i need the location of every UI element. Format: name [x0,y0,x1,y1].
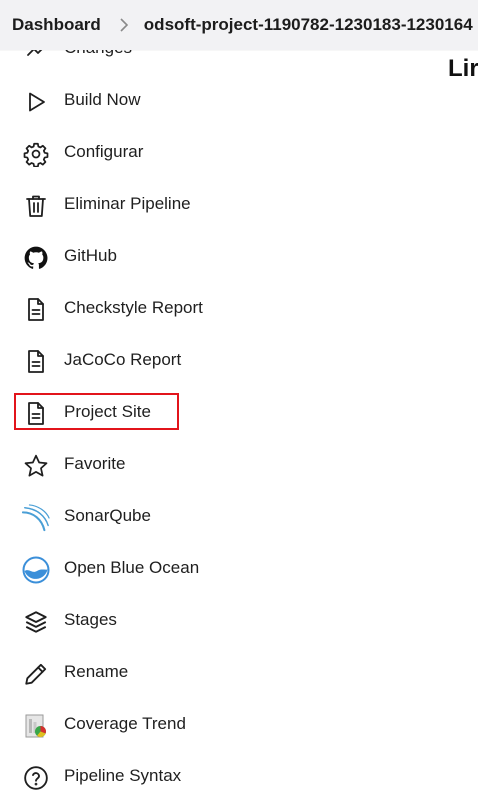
document-icon [22,348,50,376]
play-icon [22,88,50,116]
sidebar-item-sonarqube[interactable]: SonarQube [0,496,400,536]
sidebar-item-label: Checkstyle Report [64,298,203,317]
sidebar-item-label: SonarQube [64,506,151,525]
sidebar-item-checkstyle-report[interactable]: Checkstyle Report [0,288,400,328]
breadcrumb-project[interactable]: odsoft-project-1190782-1230183-1230164 [144,15,473,35]
coverage-trend-icon [22,712,50,740]
sidebar-item-build-now[interactable]: Build Now [0,80,400,120]
sidebar-item-stages[interactable]: Stages [0,600,400,640]
sidebar-item-label: Project Site [64,402,151,421]
sidebar-item-label: Build Now [64,90,141,109]
github-icon [22,244,50,272]
star-icon [22,452,50,480]
breadcrumb-dashboard[interactable]: Dashboard [12,15,101,35]
sidebar-item-label: JaCoCo Report [64,350,182,369]
sidebar-item-label: Favorite [64,454,126,473]
gear-icon [22,140,50,168]
document-icon [22,400,50,428]
sidebar-item-label: Eliminar Pipeline [64,194,191,213]
document-icon [22,296,50,324]
trash-icon [22,192,50,220]
sidebar-item-pipeline-syntax[interactable]: Pipeline Syntax [0,756,400,796]
sidebar-item-favorite[interactable]: Favorite [0,444,400,484]
sidebar-item-project-site[interactable]: Project Site [0,392,400,432]
help-icon [22,764,50,792]
sidebar-item-coverage-trend[interactable]: Coverage Trend [0,704,400,744]
sidebar-item-label: Stages [64,610,117,629]
sidebar-item-eliminar-pipeline[interactable]: Eliminar Pipeline [0,184,400,224]
sidebar-item-label: GitHub [64,246,117,265]
chevron-right-icon [120,18,128,32]
blue-ocean-icon [22,556,50,584]
sidebar-item-label: Coverage Trend [64,714,186,733]
sidebar-item-github[interactable]: GitHub [0,236,400,276]
page-title: Lir [448,55,478,82]
sidebar-item-label: Pipeline Syntax [64,766,182,785]
stages-icon [22,608,50,636]
sidebar-item-label: Rename [64,662,129,681]
sidebar-item-label: Configurar [64,142,144,161]
sidebar-item-label: Open Blue Ocean [64,558,200,577]
breadcrumb: Dashboard odsoft-project-1190782-1230183… [0,0,478,50]
sidebar-item-open-blue-ocean[interactable]: Open Blue Ocean [0,548,400,588]
sidebar-item-jacoco-report[interactable]: JaCoCo Report [0,340,400,380]
sidebar-item-configurar[interactable]: Configurar [0,132,400,172]
sidebar-item-rename[interactable]: Rename [0,652,400,692]
sonarqube-icon [22,504,50,532]
pencil-icon [22,660,50,688]
